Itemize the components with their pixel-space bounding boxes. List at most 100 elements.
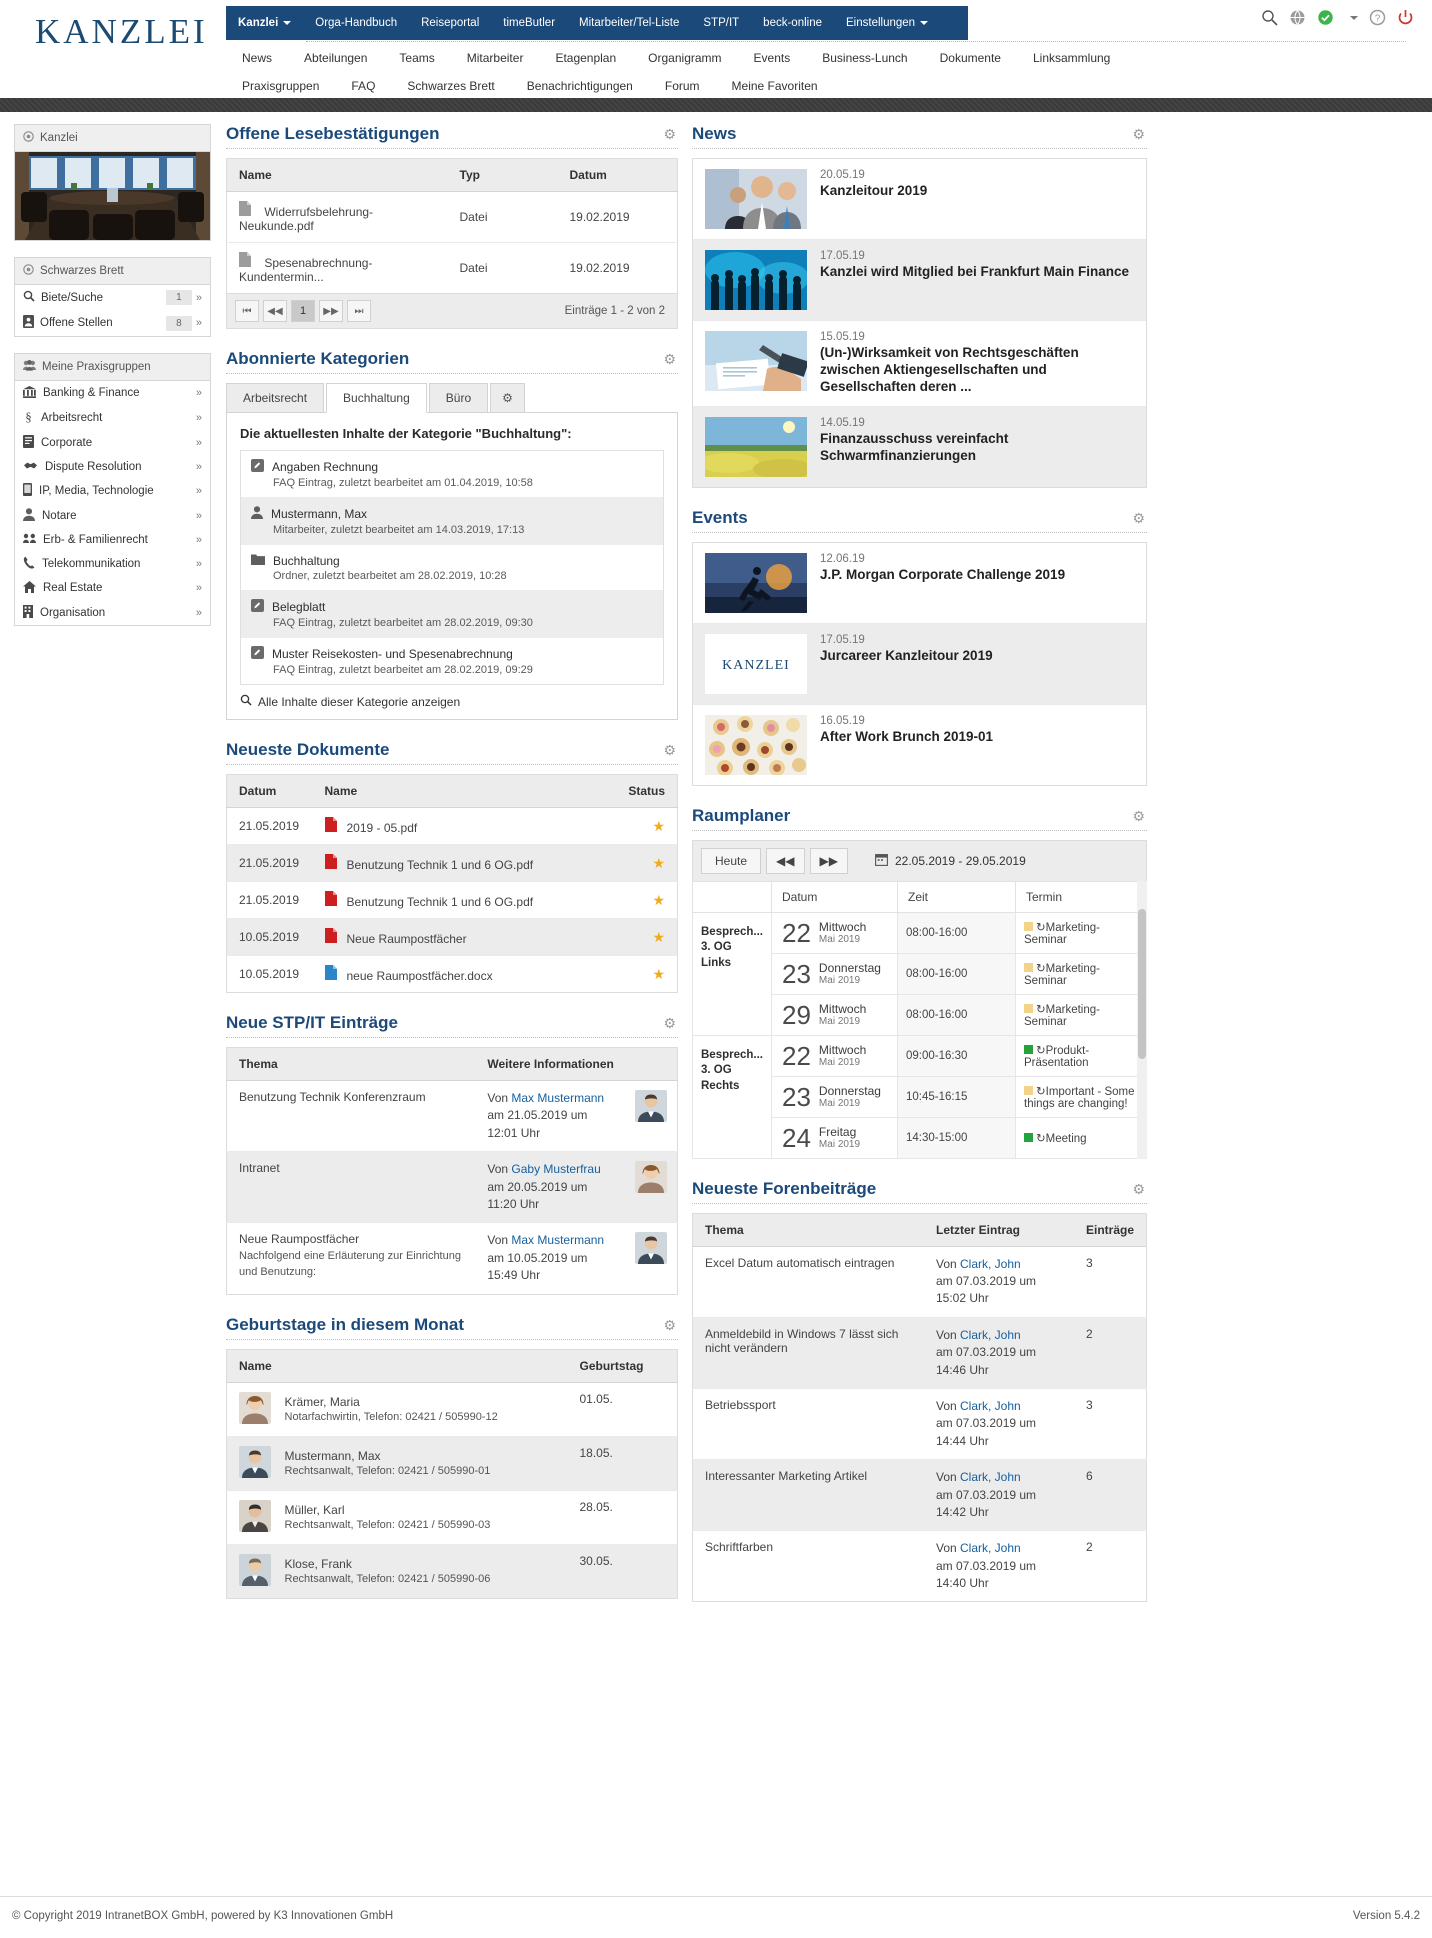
author-link[interactable]: Clark, John (960, 1541, 1021, 1555)
tab-büro[interactable]: Büro (428, 383, 489, 413)
chevron-right-icon[interactable]: » (196, 437, 202, 449)
nav-item-einstellungen[interactable]: Einstellungen (834, 6, 940, 40)
chevron-right-icon[interactable]: » (196, 485, 202, 497)
gear-icon[interactable]: ⚙ (1132, 808, 1145, 825)
news-item[interactable]: 15.05.19 (Un-)Wirksamkeit von Rechtsgesch… (693, 321, 1146, 407)
table-row[interactable]: Betriebssport Von Clark, John am 07.03.201… (692, 1388, 1147, 1461)
subnav-item-mitarbeiter[interactable]: Mitarbeiter (451, 46, 540, 70)
sidebar-item-dispute-resolution[interactable]: Dispute Resolution » (15, 455, 210, 478)
gear-icon[interactable]: ⚙ (1132, 126, 1145, 143)
chevron-right-icon[interactable]: » (196, 461, 202, 473)
sidebar-item-banking-&-finance[interactable]: Banking & Finance » (15, 381, 210, 405)
subnav-item-etagenplan[interactable]: Etagenplan (539, 46, 632, 70)
table-row[interactable]: 21.05.2019 2019 - 05.pdf ★ (226, 807, 678, 845)
chevron-right-icon[interactable]: » (196, 534, 202, 546)
chevron-right-icon[interactable]: » (196, 558, 202, 570)
author-link[interactable]: Clark, John (960, 1399, 1021, 1413)
subnav-item-faq[interactable]: FAQ (335, 74, 391, 98)
raumplaner-scrollbar[interactable] (1137, 880, 1147, 1159)
nav-item-reiseportal[interactable]: Reiseportal (409, 6, 491, 40)
subnav-item-news[interactable]: News (226, 46, 288, 70)
page-next-button[interactable]: ▶▶ (319, 300, 343, 322)
sidebar-item-biete-suche[interactable]: Biete/Suche 1 » (15, 285, 210, 310)
page-last-button[interactable]: ⏭ (347, 300, 371, 322)
chevron-right-icon[interactable]: » (196, 317, 202, 329)
table-row[interactable]: Krämer, Maria Notarfachwirtin, Telefon: 0… (226, 1382, 678, 1437)
nav-item-beck-online[interactable]: beck-online (751, 6, 834, 40)
event-item[interactable]: 16.05.19 After Work Brunch 2019-01 (693, 705, 1146, 785)
subnav-item-business-lunch[interactable]: Business-Lunch (806, 46, 923, 70)
nav-item-stp-it[interactable]: STP/IT (691, 6, 751, 40)
category-entry[interactable]: Buchhaltung Ordner, zuletzt bearbeitet am… (241, 545, 663, 591)
table-row[interactable]: 21.05.2019 Benutzung Technik 1 und 6 OG.p… (226, 844, 678, 882)
category-entry[interactable]: Angaben Rechnung FAQ Eintrag, zuletzt bea… (241, 451, 663, 498)
author-link[interactable]: Gaby Musterfrau (511, 1162, 600, 1176)
gear-icon[interactable]: ⚙ (1132, 1181, 1145, 1198)
author-link[interactable]: Max Mustermann (511, 1233, 604, 1247)
subnav-item-praxisgruppen[interactable]: Praxisgruppen (226, 74, 335, 98)
gear-icon[interactable]: ⚙ (663, 742, 676, 759)
gear-icon[interactable]: ⚙ (663, 126, 676, 143)
page-first-button[interactable]: ⏮ (235, 300, 259, 322)
author-link[interactable]: Clark, John (960, 1328, 1021, 1342)
category-entry[interactable]: Belegblatt FAQ Eintrag, zuletzt bearbeite… (241, 591, 663, 638)
subnav-item-organigramm[interactable]: Organigramm (632, 46, 737, 70)
table-row[interactable]: Müller, Karl Rechtsanwalt, Telefon: 02421… (226, 1490, 678, 1545)
gear-icon[interactable]: ⚙ (663, 351, 676, 368)
table-row[interactable]: Intranet Von Gaby Musterfrau am 20.05.2019… (226, 1151, 678, 1224)
table-row[interactable]: Anmeldebild in Windows 7 lässt sich nich… (692, 1317, 1147, 1389)
news-item[interactable]: 20.05.19 Kanzleitour 2019 (693, 159, 1146, 240)
subnav-item-benachrichtigungen[interactable]: Benachrichtigungen (511, 74, 649, 98)
page-current[interactable]: 1 (291, 300, 315, 322)
table-row[interactable]: Widerrufsbelehrung-Neukunde.pdf Datei 19.0… (226, 191, 678, 243)
raumplaner-prev-button[interactable]: ◀◀ (766, 847, 805, 874)
chevron-right-icon[interactable]: » (196, 607, 202, 619)
subnav-item-events[interactable]: Events (738, 46, 807, 70)
author-link[interactable]: Max Mustermann (511, 1091, 604, 1105)
table-row[interactable]: Excel Datum automatisch eintragen Von Cla… (692, 1246, 1147, 1318)
sidebar-item-arbeitsrecht[interactable]: § Arbeitsrecht » (15, 405, 210, 430)
author-link[interactable]: Clark, John (960, 1470, 1021, 1484)
sidebar-item-erb-&-familienrecht[interactable]: Erb- & Familienrecht » (15, 528, 210, 551)
sidebar-item-real-estate[interactable]: Real Estate » (15, 576, 210, 600)
subnav-item-dokumente[interactable]: Dokumente (924, 46, 1017, 70)
table-row[interactable]: 10.05.2019 Neue Raumpostfächer ★ (226, 918, 678, 956)
subnav-item-teams[interactable]: Teams (383, 46, 450, 70)
scrollbar-thumb[interactable] (1138, 908, 1146, 1059)
tab-arbeitsrecht[interactable]: Arbeitsrecht (226, 383, 325, 413)
nav-item-timebutler[interactable]: timeButler (491, 6, 567, 40)
check-circle-icon[interactable] (1317, 9, 1334, 26)
category-entry[interactable]: Mustermann, Max Mitarbeiter, zuletzt bear… (241, 498, 663, 545)
power-icon[interactable] (1397, 9, 1414, 26)
subnav-item-meine-favoriten[interactable]: Meine Favoriten (716, 74, 834, 98)
gear-icon[interactable]: ⚙ (1132, 510, 1145, 527)
table-row[interactable]: Neue Raumpostfächer Nachfolgend eine Erlä… (227, 1223, 678, 1294)
chevron-right-icon[interactable]: » (196, 510, 202, 522)
table-row[interactable]: 10.05.2019 neue Raumpostfächer.docx ★ (227, 956, 678, 993)
sidebar-item-corporate[interactable]: Corporate » (15, 430, 210, 455)
table-row[interactable]: Spesenabrechnung-Kundentermin... Datei 19.… (227, 243, 678, 294)
event-item[interactable]: 12.06.19 J.P. Morgan Corporate Challenge … (693, 543, 1146, 624)
subnav-item-forum[interactable]: Forum (649, 74, 716, 98)
status-badge[interactable]: ★ (652, 929, 665, 945)
subnav-item-abteilungen[interactable]: Abteilungen (288, 46, 383, 70)
table-row[interactable]: 21.05.2019 Benutzung Technik 1 und 6 OG.p… (226, 881, 678, 919)
category-entry[interactable]: Muster Reisekosten- und Spesenabrechnung… (241, 638, 663, 684)
sidebar-item-ip-media-technologie[interactable]: IP, Media, Technologie » (15, 478, 210, 503)
status-badge[interactable]: ★ (652, 855, 665, 871)
subnav-item-schwarzes-brett[interactable]: Schwarzes Brett (391, 74, 510, 98)
raumplaner-next-button[interactable]: ▶▶ (809, 847, 848, 874)
author-link[interactable]: Clark, John (960, 1257, 1021, 1271)
chevron-right-icon[interactable]: » (196, 292, 202, 304)
chevron-right-icon[interactable]: » (196, 582, 202, 594)
chevron-down-icon[interactable] (1350, 15, 1358, 20)
table-row[interactable]: Benutzung Technik Konferenzraum Von Max M… (226, 1080, 678, 1153)
table-row[interactable]: Interessanter Marketing Artikel Von Clark… (692, 1459, 1147, 1532)
nav-item-kanzlei[interactable]: Kanzlei (226, 6, 303, 40)
raumplaner-row[interactable]: Besprech... 3. OG Links 22 Mittwoch Mai 2019… (692, 911, 1147, 1036)
sidebar-item-telekommunikation[interactable]: Telekommunikation » (15, 551, 210, 576)
status-badge[interactable]: ★ (652, 818, 665, 834)
raumplaner-row[interactable]: Besprech... 3. OG Rechts 22 Mittwoch Mai 201… (692, 1034, 1147, 1159)
sidebar-item-offene-stellen[interactable]: Offene Stellen 8 » (15, 310, 210, 336)
help-icon[interactable]: ? (1369, 9, 1386, 26)
